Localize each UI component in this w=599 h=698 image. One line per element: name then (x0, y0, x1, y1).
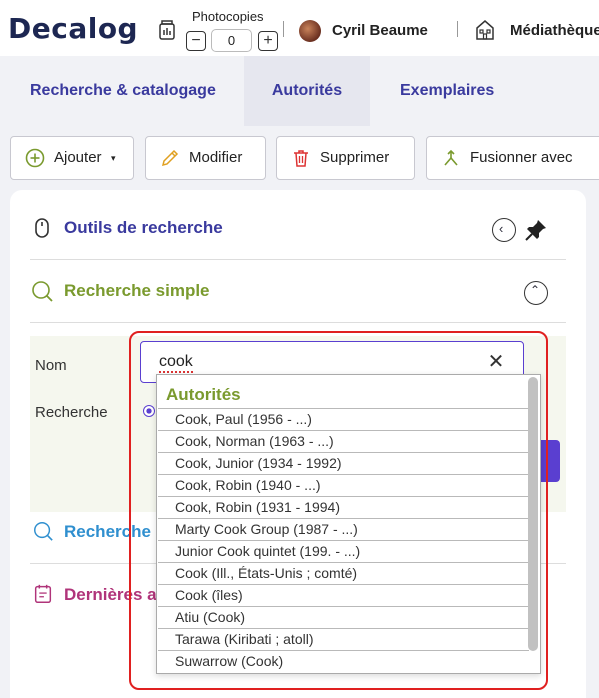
suggestion-item[interactable]: Atiu (Cook) (158, 606, 529, 628)
user-avatar[interactable] (299, 20, 321, 42)
merge-button-label: Fusionner avec (470, 149, 573, 166)
header-divider (457, 21, 458, 37)
dropdown-heading: Autorités (166, 385, 241, 404)
suggestion-item[interactable]: Tarawa (Kiribati ; atoll) (158, 628, 529, 650)
suggestion-item[interactable]: Cook (Ill., États-Unis ; comté) (158, 562, 529, 584)
name-field-label: Nom (35, 357, 67, 374)
main-tabs: Recherche & catalogage Autorités Exempla… (0, 56, 599, 126)
suggestion-list: Cook, Paul (1956 - ...) Cook, Norman (19… (158, 408, 529, 672)
simple-search-title: Recherche simple (64, 281, 210, 300)
decalog-logo[interactable]: Decalog (8, 12, 138, 45)
suggestion-item[interactable]: Cook, Robin (1931 - 1994) (158, 496, 529, 518)
magnifier-gear-icon (34, 522, 53, 541)
suggestion-item[interactable]: Cook (îles) (158, 584, 529, 606)
library-name[interactable]: Médiathèque (510, 22, 599, 39)
autocomplete-dropdown: Autorités Cook, Paul (1956 - ...) Cook, … (156, 374, 541, 674)
suggestion-item[interactable]: Junior Cook quintet (199. - ...) (158, 540, 529, 562)
top-bar: Decalog Photocopies − 0 + Cyril Beaume M… (0, 0, 599, 56)
photocopies-decrement-button[interactable]: − (186, 31, 206, 51)
search-mode-label: Recherche (35, 404, 108, 421)
suggestion-item[interactable]: Suwarrow (Cook) (158, 650, 529, 672)
modify-button-label: Modifier (189, 149, 243, 166)
suggestion-item[interactable]: Marty Cook Group (1987 - ...) (158, 518, 529, 540)
tab-autorites[interactable]: Autorités (244, 56, 370, 126)
advanced-search-title: Recherche (64, 522, 151, 541)
simple-search-section[interactable]: Recherche simple ⌃ (30, 261, 566, 323)
modify-button[interactable]: Modifier (145, 136, 266, 180)
search-mode-radio[interactable] (143, 405, 155, 417)
add-button-label: Ajouter (54, 149, 102, 166)
search-tools-title: Outils de recherche (64, 218, 223, 237)
search-tools-section[interactable]: Outils de recherche ‹ (30, 198, 566, 260)
search-input-value: cook (159, 353, 193, 373)
merge-button[interactable]: Fusionner avec (426, 136, 599, 180)
suggestion-item[interactable]: Cook, Paul (1956 - ...) (158, 408, 529, 430)
photocopies-label: Photocopies (192, 9, 264, 24)
tab-recherche-catalogage[interactable]: Recherche & catalogage (30, 56, 216, 126)
plus-circle-icon (25, 148, 45, 168)
merge-icon (444, 149, 458, 166)
pin-icon[interactable] (524, 218, 548, 242)
collapse-left-button[interactable]: ‹ (492, 218, 516, 242)
clear-icon[interactable]: ✕ (485, 351, 507, 373)
notepad-icon (34, 584, 52, 603)
user-name[interactable]: Cyril Beaume (332, 22, 428, 39)
magnifier-icon (32, 281, 53, 302)
library-building-icon (476, 20, 494, 40)
mouse-icon (35, 218, 49, 238)
photocopies-increment-button[interactable]: + (258, 31, 278, 51)
collapse-up-button[interactable]: ⌃ (524, 281, 548, 305)
photocopier-icon (159, 20, 175, 40)
suggestion-item[interactable]: Cook, Norman (1963 - ...) (158, 430, 529, 452)
suggestion-item[interactable]: Cook, Junior (1934 - 1992) (158, 452, 529, 474)
delete-button-label: Supprimer (320, 149, 390, 166)
add-button[interactable]: Ajouter ▾ (10, 136, 134, 180)
caret-down-icon: ▾ (111, 153, 116, 163)
recent-title: Dernières a (64, 585, 157, 604)
header-divider (283, 21, 284, 37)
dropdown-scrollbar[interactable] (528, 377, 538, 651)
pencil-icon (161, 149, 179, 167)
chevron-left-icon: ‹ (499, 221, 504, 236)
tab-exemplaires[interactable]: Exemplaires (400, 56, 494, 126)
trash-icon (294, 150, 308, 167)
delete-button[interactable]: Supprimer (276, 136, 415, 180)
photocopies-count-input[interactable]: 0 (211, 29, 252, 52)
suggestion-item[interactable]: Cook, Robin (1940 - ...) (158, 474, 529, 496)
chevron-up-icon: ⌃ (530, 283, 541, 297)
